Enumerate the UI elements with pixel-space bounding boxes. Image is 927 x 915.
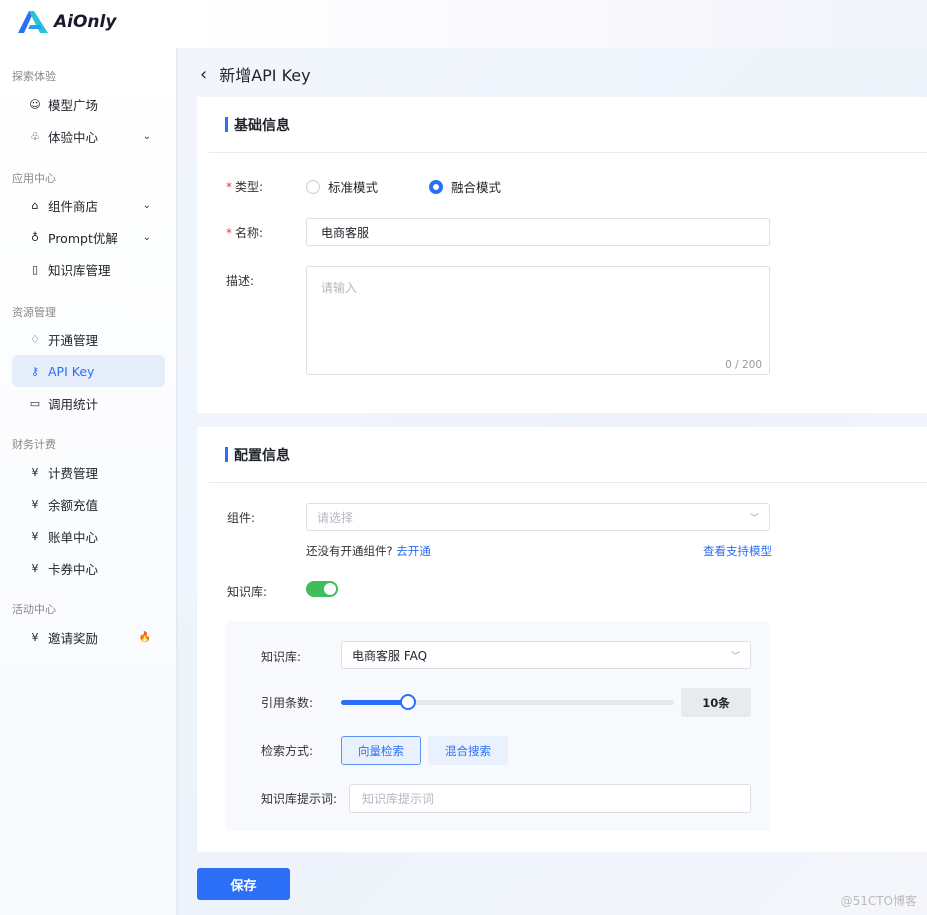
chevron-down-icon[interactable]: ⌄ xyxy=(143,131,151,142)
sidebar-item-label: 卡券中心 xyxy=(48,561,99,577)
sidebar-group-label: 应用中心 xyxy=(12,172,56,185)
search-mode-label: 检索方式: xyxy=(261,744,314,758)
sidebar-item-label: 余额充值 xyxy=(48,497,99,513)
sidebar-item[interactable]: ▭ 调用统计 xyxy=(12,387,165,419)
radio-fusion[interactable]: 融合模式 xyxy=(429,177,501,196)
logo-icon xyxy=(18,11,48,33)
sidebar-item-label: 知识库管理 xyxy=(48,262,111,278)
sidebar-group-label: 探索体验 xyxy=(12,70,56,83)
back-icon[interactable]: ‹ xyxy=(200,64,207,85)
chevron-down-icon: ﹀ xyxy=(730,651,740,662)
sidebar-item[interactable]: ♢ 开通管理 xyxy=(12,323,165,355)
slider-fill xyxy=(341,700,408,705)
sidebar-item-label: Prompt优解 xyxy=(48,230,118,246)
description-textarea[interactable]: 请输入 0 / 200 xyxy=(306,266,770,375)
billing-icon: ¥ xyxy=(31,465,39,479)
store-icon: ⌂ xyxy=(31,198,39,212)
ref-count-slider[interactable] xyxy=(341,694,674,710)
invite-icon: ¥ xyxy=(31,630,39,644)
section-title: 配置信息 xyxy=(234,447,290,464)
book-icon: ▯ xyxy=(31,262,39,276)
ref-count-value: 10条 xyxy=(681,688,751,717)
fire-icon: 🔥 xyxy=(138,631,151,643)
sidebar-item-label: 开通管理 xyxy=(48,332,99,348)
desc-label: 描述: xyxy=(226,274,255,288)
model-icon: ☺ xyxy=(29,97,41,111)
top-bar: AiOnly xyxy=(0,0,927,48)
chart-icon: ▭ xyxy=(29,396,41,410)
section-title: 基础信息 xyxy=(234,117,290,134)
page-header: ‹ 新增API Key xyxy=(200,62,311,86)
sidebar-item[interactable]: ¥ 计费管理 xyxy=(12,456,165,488)
vector-search-button[interactable]: 向量检索 xyxy=(341,736,421,765)
sidebar-item-label: 账单中心 xyxy=(48,529,99,545)
sidebar-item[interactable]: ▯ 知识库管理 xyxy=(12,253,165,285)
radio-circle[interactable] xyxy=(306,179,320,194)
sidebar-item-label: 调用统计 xyxy=(48,396,99,412)
logo[interactable]: AiOnly xyxy=(18,11,116,33)
slider-thumb[interactable] xyxy=(399,694,416,710)
type-label: * 类型: xyxy=(226,180,264,194)
radio-standard[interactable]: 标准模式 xyxy=(306,177,378,196)
sidebar-item[interactable]: ¥ 卡券中心 xyxy=(12,552,165,584)
name-input[interactable]: 电商客服 xyxy=(306,218,770,246)
kb-select[interactable]: 电商客服 FAQ ﹀ xyxy=(341,641,751,669)
coupon-icon: ¥ xyxy=(31,561,39,575)
sidebar-item-label: 计费管理 xyxy=(48,465,99,481)
sidebar-item-label: 邀请奖励 xyxy=(48,630,99,646)
chevron-down-icon: ﹀ xyxy=(749,513,759,524)
sidebar-item[interactable]: ⌂ 组件商店 ⌄ xyxy=(12,189,165,221)
radio-circle-checked[interactable] xyxy=(429,179,443,194)
chevron-down-icon[interactable]: ⌄ xyxy=(143,232,151,243)
watermark: @51CTO博客 xyxy=(840,894,917,908)
sidebar-item[interactable]: ⚷ API Key xyxy=(12,355,165,387)
hybrid-search-button[interactable]: 混合搜索 xyxy=(428,736,508,765)
save-button[interactable]: 保存 xyxy=(197,868,290,900)
sidebar-item-label: 组件商店 xyxy=(48,198,99,214)
char-count: 0 / 200 xyxy=(725,359,762,371)
sidebar-item-label: 体验中心 xyxy=(48,129,99,145)
sidebar-item-label: 模型广场 xyxy=(48,97,99,113)
sidebar-item[interactable]: ♁ Prompt优解 ⌄ xyxy=(12,221,165,253)
kb-toggle[interactable] xyxy=(306,581,338,597)
kb-prompt-label: 知识库提示词: xyxy=(261,792,338,806)
ref-count-label: 引用条数: xyxy=(261,696,314,710)
bulb-icon: ♁ xyxy=(30,230,40,244)
diamond-icon: ♢ xyxy=(30,332,40,346)
kb-toggle-label: 知识库: xyxy=(227,585,268,599)
key-icon: ⚷ xyxy=(30,364,40,378)
chevron-down-icon[interactable]: ⌄ xyxy=(143,200,151,211)
go-open-link[interactable]: 去开通 xyxy=(396,544,431,558)
name-label: * 名称: xyxy=(226,226,264,240)
logo-text: AiOnly xyxy=(54,12,117,32)
sidebar: 探索体验应用中心资源管理财务计费活动中心 ☺ 模型广场 ♧ 体验中心 ⌄ ⌂ 组件商店 ⌄ ♁ Pr… xyxy=(0,48,178,915)
sidebar-item[interactable]: ♧ 体验中心 ⌄ xyxy=(12,120,165,152)
component-select[interactable]: 请选择 ﹀ xyxy=(306,503,770,531)
view-models-link[interactable]: 查看支持模型 xyxy=(703,543,772,559)
sidebar-item-label: API Key xyxy=(48,363,95,379)
sidebar-group-label: 资源管理 xyxy=(12,306,56,319)
sidebar-group-label: 活动中心 xyxy=(12,603,56,616)
recharge-icon: ¥ xyxy=(31,497,39,511)
kb-label: 知识库: xyxy=(261,650,302,664)
page-title: 新增API Key xyxy=(219,66,311,85)
no-component-text: 还没有开通组件? 去开通 xyxy=(306,544,431,558)
kb-prompt-input[interactable]: 知识库提示词 xyxy=(349,784,751,813)
bill-icon: ¥ xyxy=(31,529,39,543)
sidebar-item[interactable]: ¥ 余额充值 xyxy=(12,488,165,520)
sidebar-item[interactable]: ¥ 账单中心 xyxy=(12,520,165,552)
sidebar-group-label: 财务计费 xyxy=(12,438,56,451)
sidebar-item[interactable]: ☺ 模型广场 xyxy=(12,88,165,120)
sidebar-item[interactable]: ¥ 邀请奖励 🔥 xyxy=(12,621,165,653)
experience-icon: ♧ xyxy=(30,129,40,143)
component-label: 组件: xyxy=(227,511,256,525)
